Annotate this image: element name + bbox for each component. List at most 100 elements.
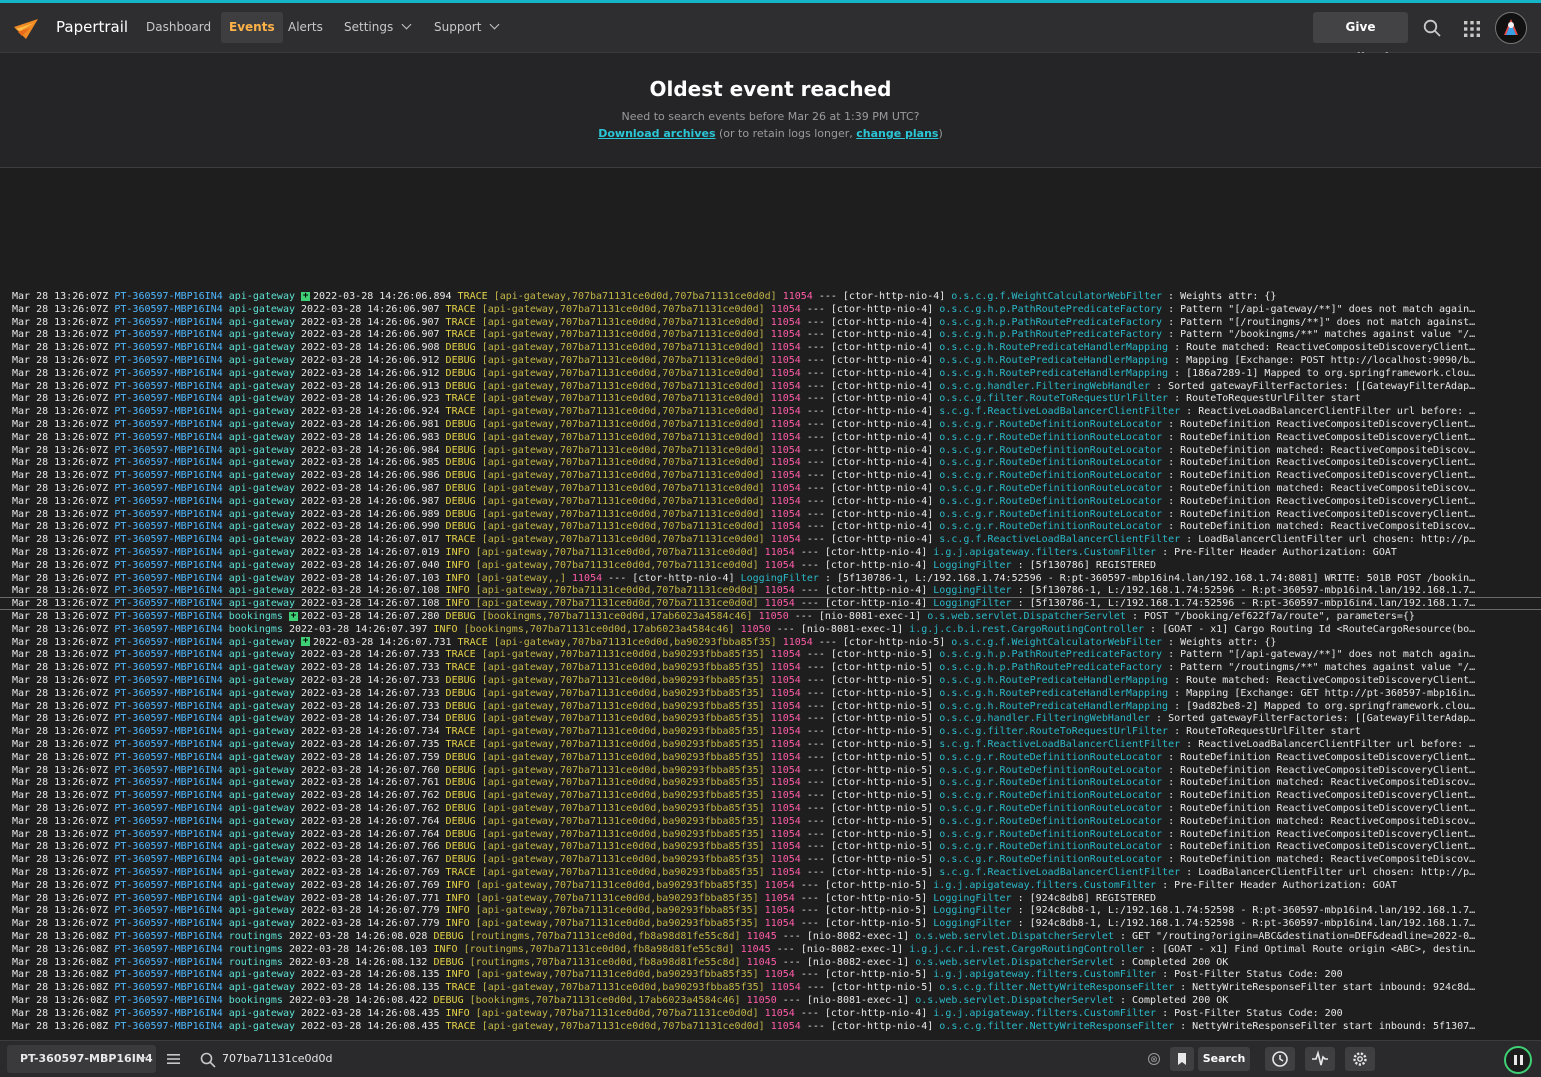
log-prog[interactable]: api-gateway [229, 829, 295, 840]
log-line[interactable]: Mar 28 13:26:07Z PT-360597-MBP16IN4 book… [12, 624, 1529, 637]
log-src[interactable]: PT-360597-MBP16IN4 [114, 496, 222, 507]
log-src[interactable]: PT-360597-MBP16IN4 [114, 419, 222, 430]
log-src[interactable]: PT-360597-MBP16IN4 [114, 649, 222, 660]
log-src[interactable]: PT-360597-MBP16IN4 [114, 944, 222, 955]
pause-icon[interactable] [1504, 1046, 1532, 1074]
log-line[interactable]: Mar 28 13:26:07Z PT-360597-MBP16IN4 api-… [12, 790, 1529, 803]
search-icon[interactable] [1423, 19, 1441, 37]
log-prog[interactable]: routingms [229, 944, 283, 955]
log-line[interactable]: Mar 28 13:26:07Z PT-360597-MBP16IN4 api-… [12, 675, 1529, 688]
log-line[interactable]: Mar 28 13:26:07Z PT-360597-MBP16IN4 api-… [12, 496, 1529, 509]
log-prog[interactable]: api-gateway [229, 982, 295, 993]
log-prog[interactable]: api-gateway [229, 752, 295, 763]
log-src[interactable]: PT-360597-MBP16IN4 [114, 701, 222, 712]
log-src[interactable]: PT-360597-MBP16IN4 [114, 803, 222, 814]
log-line[interactable]: Mar 28 13:26:07Z PT-360597-MBP16IN4 api-… [12, 739, 1529, 752]
log-src[interactable]: PT-360597-MBP16IN4 [114, 739, 222, 750]
log-line[interactable]: Mar 28 13:26:07Z PT-360597-MBP16IN4 api-… [12, 701, 1529, 714]
log-line[interactable]: Mar 28 13:26:07Z PT-360597-MBP16IN4 api-… [12, 329, 1529, 342]
log-src[interactable]: PT-360597-MBP16IN4 [114, 880, 222, 891]
log-line[interactable]: Mar 28 13:26:07Z PT-360597-MBP16IN4 api-… [12, 381, 1529, 394]
log-prog[interactable]: api-gateway [229, 317, 295, 328]
log-line[interactable]: Mar 28 13:26:08Z PT-360597-MBP16IN4 api-… [12, 1021, 1529, 1034]
log-line[interactable]: Mar 28 13:26:07Z PT-360597-MBP16IN4 api-… [12, 547, 1529, 560]
clear-search-icon[interactable]: ⊗ [1148, 1053, 1160, 1065]
log-line[interactable]: Mar 28 13:26:07Z PT-360597-MBP16IN4 api-… [12, 726, 1529, 739]
log-src[interactable]: PT-360597-MBP16IN4 [114, 713, 222, 724]
log-src[interactable]: PT-360597-MBP16IN4 [114, 816, 222, 827]
log-prog[interactable]: api-gateway [229, 509, 295, 520]
log-src[interactable]: PT-360597-MBP16IN4 [114, 662, 222, 673]
avatar-icon[interactable] [1495, 12, 1527, 44]
brand-name[interactable]: Papertrail [56, 18, 128, 36]
log-src[interactable]: PT-360597-MBP16IN4 [114, 905, 222, 916]
log-prog[interactable]: api-gateway [229, 637, 295, 648]
time-button[interactable] [1265, 1047, 1295, 1071]
log-line[interactable]: Mar 28 13:26:07Z PT-360597-MBP16IN4 api-… [12, 470, 1529, 483]
log-line[interactable]: Mar 28 13:26:07Z PT-360597-MBP16IN4 api-… [12, 521, 1529, 534]
log-line[interactable]: Mar 28 13:26:07Z PT-360597-MBP16IN4 api-… [12, 355, 1529, 368]
log-prog[interactable]: api-gateway [229, 649, 295, 660]
log-line[interactable]: Mar 28 13:26:07Z PT-360597-MBP16IN4 api-… [12, 304, 1529, 317]
log-prog[interactable]: api-gateway [229, 368, 295, 379]
log-src[interactable]: PT-360597-MBP16IN4 [114, 585, 222, 596]
log-src[interactable]: PT-360597-MBP16IN4 [114, 534, 222, 545]
log-src[interactable]: PT-360597-MBP16IN4 [114, 624, 222, 635]
search-button[interactable]: Search [1198, 1047, 1250, 1071]
log-src[interactable]: PT-360597-MBP16IN4 [114, 509, 222, 520]
log-line[interactable]: Mar 28 13:26:07Z PT-360597-MBP16IN4 api-… [12, 662, 1529, 675]
log-line[interactable]: Mar 28 13:26:07Z PT-360597-MBP16IN4 api-… [12, 713, 1529, 726]
log-src[interactable]: PT-360597-MBP16IN4 [114, 765, 222, 776]
log-line[interactable]: Mar 28 13:26:07Z PT-360597-MBP16IN4 api-… [12, 688, 1529, 701]
log-line[interactable]: Mar 28 13:26:07Z PT-360597-MBP16IN4 api-… [12, 841, 1529, 854]
log-line[interactable]: Mar 28 13:26:07Z PT-360597-MBP16IN4 api-… [12, 867, 1529, 880]
nav-support[interactable]: Support [426, 12, 506, 43]
log-line[interactable]: Mar 28 13:26:07Z PT-360597-MBP16IN4 api-… [12, 317, 1529, 330]
grid-icon[interactable] [1463, 20, 1481, 38]
log-src[interactable]: PT-360597-MBP16IN4 [114, 355, 222, 366]
log-src[interactable]: PT-360597-MBP16IN4 [114, 342, 222, 353]
log-line[interactable]: Mar 28 13:26:07Z PT-360597-MBP16IN4 api-… [12, 368, 1529, 381]
log-src[interactable]: PT-360597-MBP16IN4 [114, 547, 222, 558]
log-src[interactable]: PT-360597-MBP16IN4 [114, 675, 222, 686]
log-prog[interactable]: api-gateway [229, 342, 295, 353]
log-line[interactable]: Mar 28 13:26:07Z PT-360597-MBP16IN4 api-… [12, 534, 1529, 547]
log-src[interactable]: PT-360597-MBP16IN4 [114, 291, 222, 302]
log-src[interactable]: PT-360597-MBP16IN4 [114, 329, 222, 340]
log-line[interactable]: Mar 28 13:26:07Z PT-360597-MBP16IN4 api-… [12, 432, 1529, 445]
log-prog[interactable]: api-gateway [229, 777, 295, 788]
log-prog[interactable]: api-gateway [229, 726, 295, 737]
log-src[interactable]: PT-360597-MBP16IN4 [114, 790, 222, 801]
log-prog[interactable]: routingms [229, 957, 283, 968]
nav-events[interactable]: Events [221, 12, 283, 43]
log-src[interactable]: PT-360597-MBP16IN4 [114, 957, 222, 968]
log-src[interactable]: PT-360597-MBP16IN4 [114, 368, 222, 379]
log-line[interactable]: Mar 28 13:26:07Z PT-360597-MBP16IN4 api-… [12, 829, 1529, 842]
log-line[interactable]: Mar 28 13:26:08Z PT-360597-MBP16IN4 rout… [12, 944, 1529, 957]
log-src[interactable]: PT-360597-MBP16IN4 [114, 1008, 222, 1019]
log-line[interactable]: Mar 28 13:26:08Z PT-360597-MBP16IN4 api-… [12, 982, 1529, 995]
log-prog[interactable]: api-gateway [229, 688, 295, 699]
log-line[interactable]: Mar 28 13:26:07Z PT-360597-MBP16IN4 api-… [12, 483, 1529, 496]
log-line[interactable]: Mar 28 13:26:07Z PT-360597-MBP16IN4 api-… [12, 880, 1529, 893]
log-src[interactable]: PT-360597-MBP16IN4 [114, 931, 222, 942]
log-prog[interactable]: api-gateway [229, 598, 295, 609]
log-line[interactable]: Mar 28 13:26:07Z PT-360597-MBP16IN4 api-… [12, 509, 1529, 522]
log-src[interactable]: PT-360597-MBP16IN4 [114, 598, 222, 609]
log-src[interactable]: PT-360597-MBP16IN4 [114, 829, 222, 840]
log-prog[interactable]: api-gateway [229, 521, 295, 532]
nav-settings[interactable]: Settings [336, 12, 418, 43]
log-prog[interactable]: api-gateway [229, 496, 295, 507]
log-line[interactable]: Mar 28 13:26:07Z PT-360597-MBP16IN4 api-… [12, 918, 1529, 931]
log-prog[interactable]: api-gateway [229, 304, 295, 315]
log-src[interactable]: PT-360597-MBP16IN4 [114, 777, 222, 788]
log-src[interactable]: PT-360597-MBP16IN4 [114, 470, 222, 481]
log-prog[interactable]: api-gateway [229, 854, 295, 865]
log-prog[interactable]: api-gateway [229, 701, 295, 712]
log-src[interactable]: PT-360597-MBP16IN4 [114, 688, 222, 699]
log-src[interactable]: PT-360597-MBP16IN4 [114, 1021, 222, 1032]
log-prog[interactable]: api-gateway [229, 803, 295, 814]
expand-context-icon[interactable]: + [301, 291, 311, 301]
log-src[interactable]: PT-360597-MBP16IN4 [114, 752, 222, 763]
log-prog[interactable]: api-gateway [229, 880, 295, 891]
